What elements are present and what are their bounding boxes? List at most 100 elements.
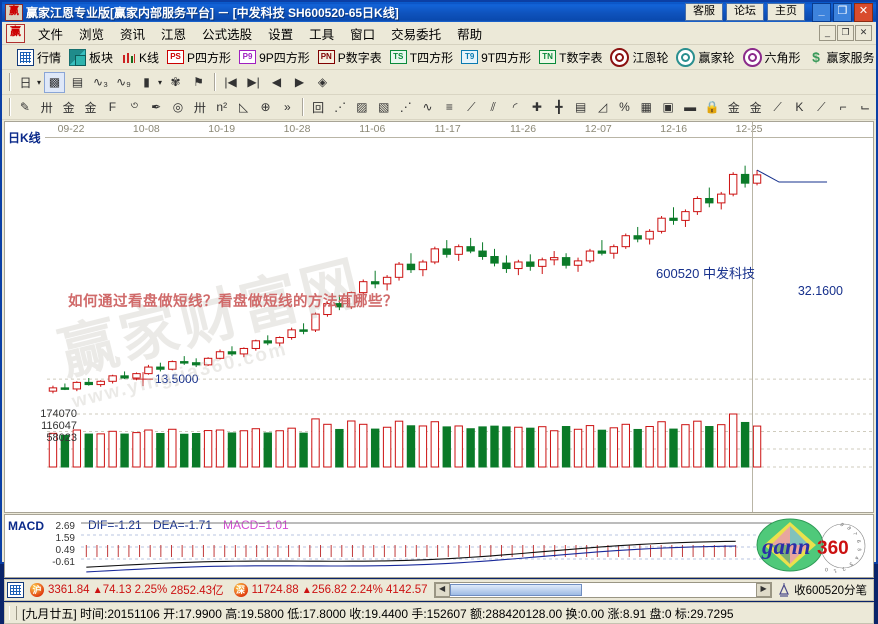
wave-label-tool[interactable]: ◿ xyxy=(593,97,613,118)
maximize-button[interactable]: ❐ xyxy=(833,2,852,22)
period-button[interactable]: 日 xyxy=(15,72,36,93)
period-dropdown-icon[interactable]: ▾ xyxy=(37,78,41,87)
mdi-close-button[interactable]: ✕ xyxy=(855,25,872,41)
doc-tool[interactable]: ▣ xyxy=(658,97,678,118)
gold-a-tool[interactable]: 金 xyxy=(724,97,744,118)
line-x-tool[interactable]: ⟋ xyxy=(811,97,831,118)
mdi-minimize-button[interactable]: _ xyxy=(819,25,836,41)
quotes-button[interactable]: 行情 xyxy=(13,48,65,67)
gold-grid-tool-2[interactable]: 金 xyxy=(81,97,101,118)
menu-item-help[interactable]: 帮助 xyxy=(449,22,490,45)
line-k-tool[interactable]: K xyxy=(790,97,810,118)
winner-wheel-button[interactable]: 赢家轮 xyxy=(672,47,738,68)
save-tool[interactable]: ▬ xyxy=(680,97,700,118)
sector-button[interactable]: 板块 xyxy=(65,48,117,67)
svg-text:8: 8 xyxy=(845,526,852,532)
arc-tool[interactable]: ◜ xyxy=(505,97,525,118)
wave-tool[interactable]: ∿ xyxy=(418,97,438,118)
crosshair-tool[interactable]: ⊕ xyxy=(256,97,276,118)
report-button[interactable]: ▤ xyxy=(67,72,88,93)
next-button[interactable]: ▶ xyxy=(289,72,310,93)
scroll-right-button[interactable]: ▶ xyxy=(756,583,772,597)
gann-wheel-button[interactable]: 江恩轮 xyxy=(606,47,672,68)
close-button[interactable]: ✕ xyxy=(854,2,873,22)
shenzhen-index-percent: 2.24% xyxy=(350,584,383,596)
ma3-button[interactable]: ∿₃ xyxy=(90,72,111,93)
candle-dropdown-icon[interactable]: ▾ xyxy=(158,78,162,87)
multi-chart-button[interactable]: ▩ xyxy=(44,71,66,93)
scroll-left-button[interactable]: ◀ xyxy=(434,583,450,597)
highlight-pen-tool[interactable]: ✒ xyxy=(146,97,166,118)
minimize-button[interactable]: _ xyxy=(812,2,831,22)
trend-tool[interactable]: ⟋ xyxy=(461,97,481,118)
t-number-table-button[interactable]: TN T数字表 xyxy=(535,48,606,67)
rect-tool[interactable]: 回 xyxy=(308,97,328,118)
step-tool[interactable]: ⌐ xyxy=(833,97,853,118)
ma9-button[interactable]: ∿₉ xyxy=(113,72,134,93)
plus-tool[interactable]: ╋ xyxy=(549,97,569,118)
last-page-button[interactable]: ▶| xyxy=(243,72,264,93)
menu-item-file[interactable]: 文件 xyxy=(30,22,71,45)
chart-plot-area[interactable]: 09-22 10-08 10-19 10-28 11-06 11-17 11-26 12-07… xyxy=(45,122,873,512)
p-square-button[interactable]: PS P四方形 xyxy=(163,48,235,67)
line-up-tool[interactable]: ⟋ xyxy=(768,97,788,118)
rays-tool[interactable]: ⋰ xyxy=(396,97,416,118)
flag-button[interactable]: ⚑ xyxy=(188,72,209,93)
menu-item-window[interactable]: 窗口 xyxy=(342,22,383,45)
t-square-button[interactable]: TS T四方形 xyxy=(386,48,457,67)
winner-service-button[interactable]: $ 赢家服务 xyxy=(805,48,876,67)
hexagon-button[interactable]: 六角形 xyxy=(739,47,805,68)
stock-code-label: 600520 中发科技 xyxy=(656,266,755,281)
9p-square-button[interactable]: P9 9P四方形 xyxy=(235,48,314,67)
menu-item-settings[interactable]: 设置 xyxy=(260,22,301,45)
grid-tool[interactable]: 卅 xyxy=(190,97,210,118)
table-tool[interactable]: ▦ xyxy=(636,97,656,118)
f-grid-tool[interactable]: F xyxy=(102,97,122,118)
angle-tool[interactable]: ◺ xyxy=(234,97,254,118)
lock-tool[interactable]: 🔒 xyxy=(702,97,722,118)
macd-panel[interactable]: MACD DIF=-1.21 DEA=-1.71 MACD=1.01 2.69 … xyxy=(4,514,874,578)
scrollbar-thumb[interactable] xyxy=(449,584,582,596)
zoom-out-button[interactable]: ◈ xyxy=(312,72,333,93)
fib-tool[interactable]: ≡ xyxy=(440,97,460,118)
n2-tool[interactable]: n² xyxy=(212,97,232,118)
pen-tool[interactable]: ✎ xyxy=(15,97,35,118)
prev-button[interactable]: ◀ xyxy=(266,72,287,93)
more-tools-button[interactable]: » xyxy=(277,97,297,118)
spiral-tool[interactable]: ৩ xyxy=(124,97,144,118)
forum-button[interactable]: 论坛 xyxy=(726,3,764,21)
menu-item-browse[interactable]: 浏览 xyxy=(71,22,112,45)
menu-item-formula-screen[interactable]: 公式选股 xyxy=(194,22,260,45)
first-page-button[interactable]: |◀ xyxy=(220,72,241,93)
fan-red-tool[interactable]: ⋰ xyxy=(330,97,350,118)
candle-style-button[interactable]: ▮ xyxy=(136,72,157,93)
channel-tool[interactable]: ⫽ xyxy=(483,97,503,118)
overlay-button[interactable]: ✾ xyxy=(165,72,186,93)
circle-grid-tool[interactable]: ◎ xyxy=(168,97,188,118)
last-tool[interactable]: ⌙ xyxy=(855,97,875,118)
horizontal-scrollbar[interactable]: ◀ ▶ xyxy=(433,582,773,598)
cross-tool[interactable]: ✚ xyxy=(527,97,547,118)
volume-label-mid: 116047 xyxy=(41,420,77,432)
winner-service-label: 赢家服务 xyxy=(826,50,875,65)
gold-b-tool[interactable]: 金 xyxy=(746,97,766,118)
quotes-grid-icon[interactable] xyxy=(7,582,24,598)
menu-item-news[interactable]: 资讯 xyxy=(112,22,153,45)
9t-square-button[interactable]: T9 9T四方形 xyxy=(457,48,535,67)
menu-item-trade[interactable]: 交易委托 xyxy=(383,22,449,45)
gann-fan-tool[interactable]: 卅 xyxy=(37,97,57,118)
fan-box-tool[interactable]: ▨ xyxy=(352,97,372,118)
macd-y-label-0: 2.69 xyxy=(55,521,75,532)
percent-tool[interactable]: % xyxy=(615,97,635,118)
grid-box-tool[interactable]: ▧ xyxy=(374,97,394,118)
homepage-button[interactable]: 主页 xyxy=(767,3,805,21)
menu-item-tools[interactable]: 工具 xyxy=(301,22,342,45)
kline-button[interactable]: K线 xyxy=(117,48,163,67)
customer-service-button[interactable]: 客服 xyxy=(685,3,723,21)
gold-grid-tool-1[interactable]: 金 xyxy=(59,97,79,118)
kline-chart-panel[interactable]: 日K线 09-22 10-08 10-19 10-28 11-06 11-17 11-26 1… xyxy=(4,121,874,513)
mdi-restore-button[interactable]: ❐ xyxy=(837,25,854,41)
text-tool[interactable]: ▤ xyxy=(571,97,591,118)
p-number-table-button[interactable]: PN P数字表 xyxy=(314,48,386,67)
menu-item-gann[interactable]: 江恩 xyxy=(153,22,194,45)
